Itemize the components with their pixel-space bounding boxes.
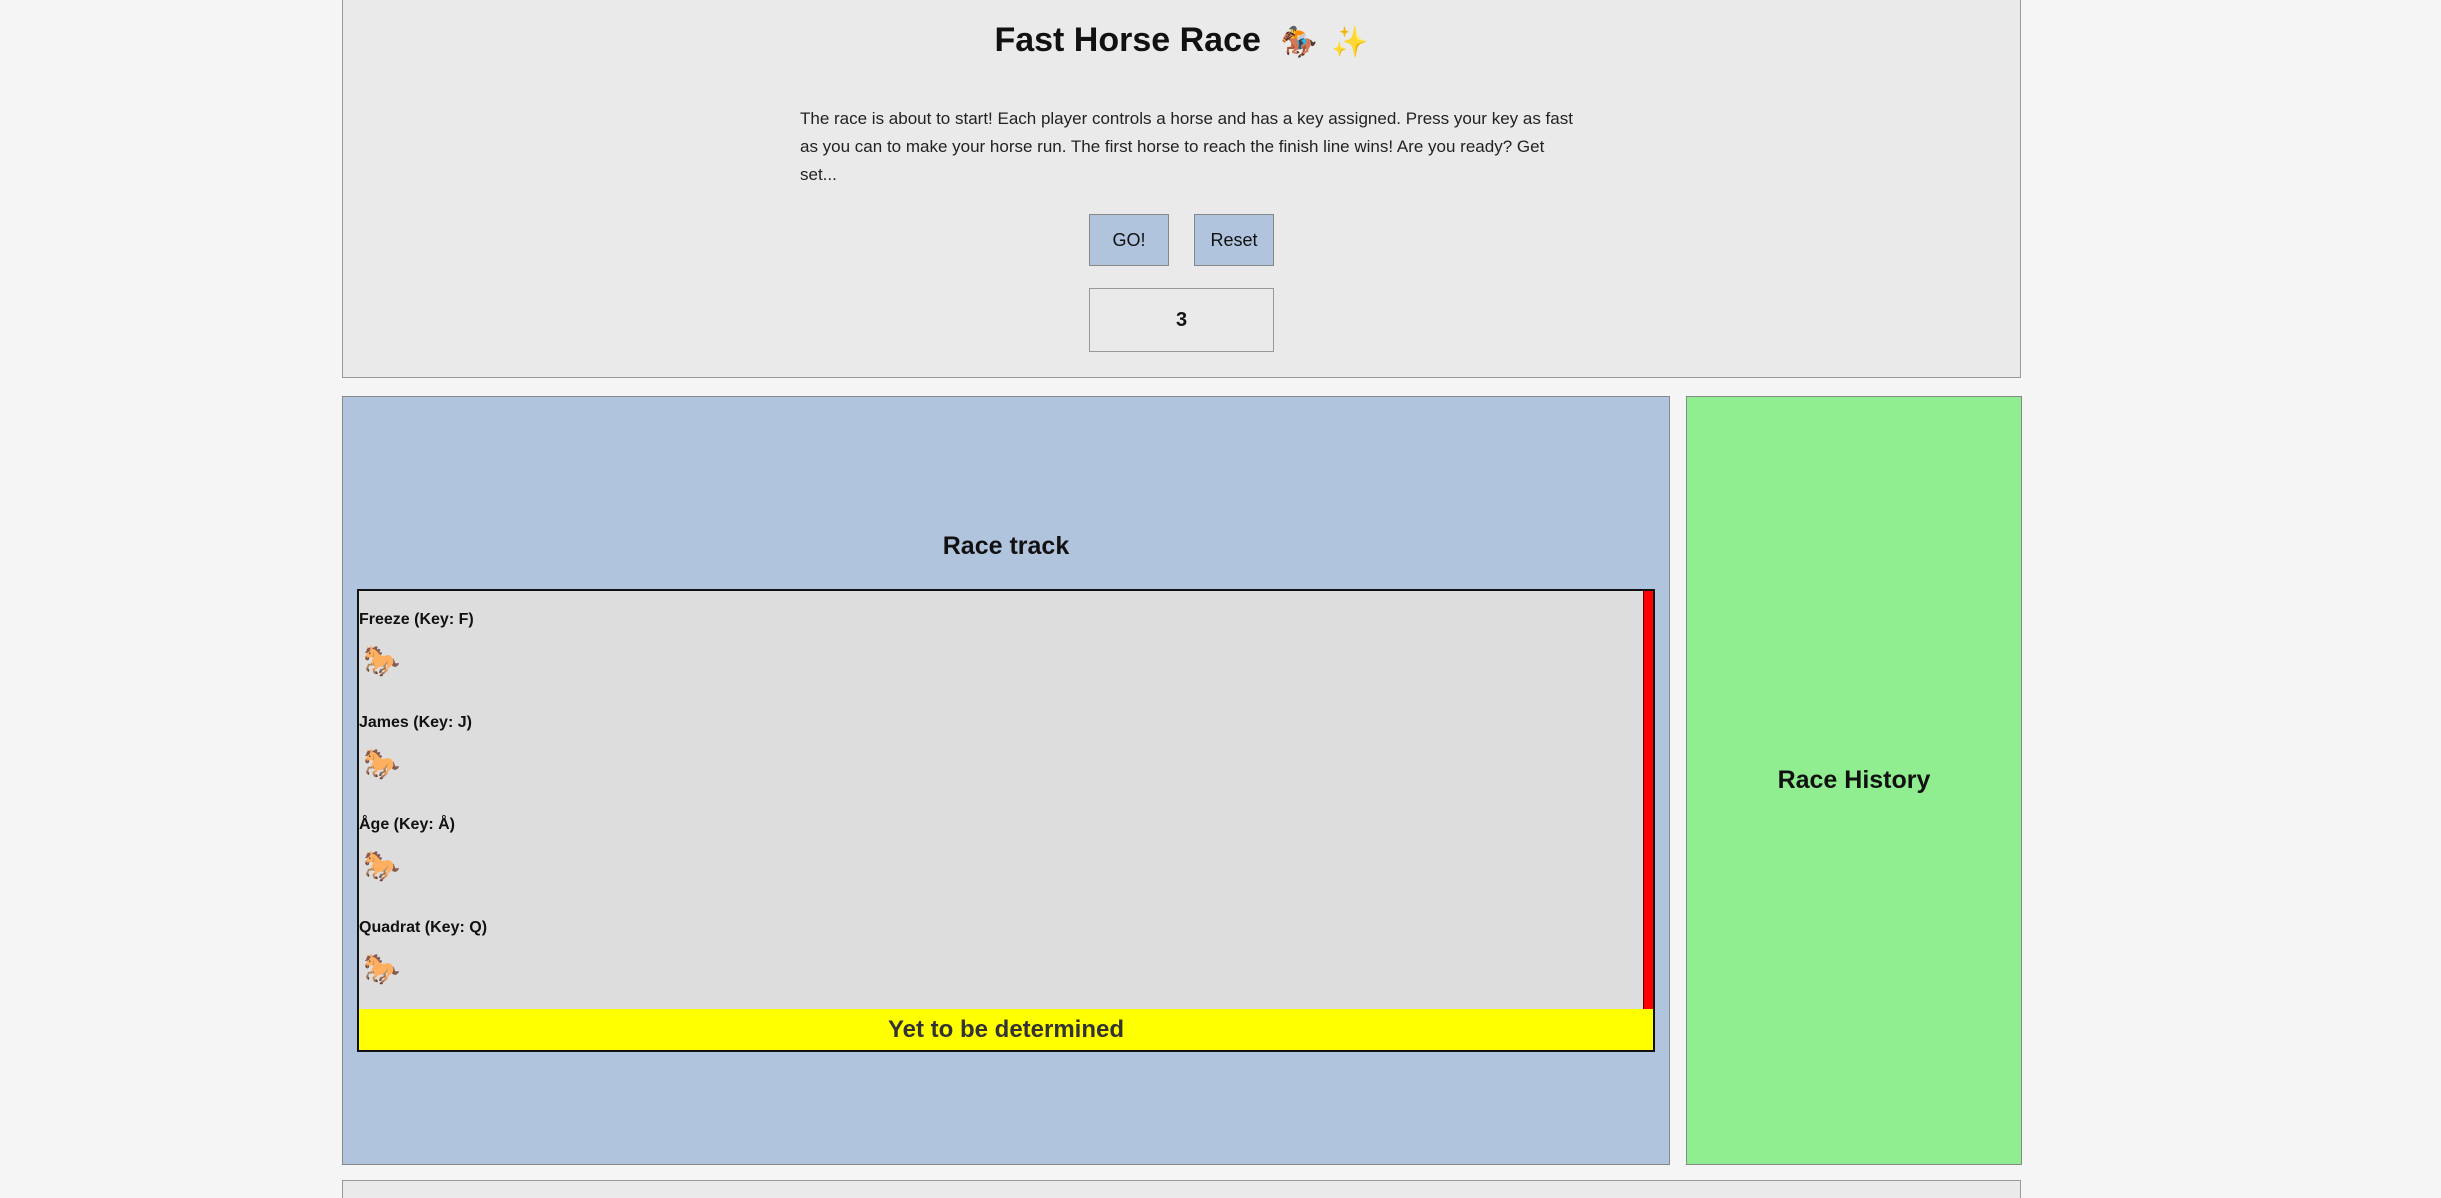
title-text: Fast Horse Race xyxy=(994,21,1261,59)
lane-age: Åge (Key: Å) 🐎 xyxy=(359,796,1609,896)
race-history-panel: Race History xyxy=(1686,396,2022,1165)
lane-label: Åge (Key: Å) xyxy=(359,816,456,833)
race-track: Freeze (Key: F) 🐎 James (Key: J) 🐎 Åge (… xyxy=(357,589,1655,1052)
page-title: Fast Horse Race 🏇 ✨ xyxy=(343,21,2020,60)
lane-label: Quadrat (Key: Q) xyxy=(359,919,488,936)
lane-label: Freeze (Key: F) xyxy=(359,611,474,628)
lane-label: James (Key: J) xyxy=(359,714,472,731)
lane-james: James (Key: J) 🐎 xyxy=(359,694,1609,794)
horse-racing-icon: 🏇 xyxy=(1280,25,1318,59)
horse-icon: 🐎 xyxy=(363,748,401,781)
sparkle-icon: ✨ xyxy=(1331,25,1369,59)
finish-line xyxy=(1643,591,1653,1011)
lane-freeze: Freeze (Key: F) 🐎 xyxy=(359,591,1609,691)
page: Fast Horse Race 🏇 ✨ The race is about to… xyxy=(0,0,2441,1198)
lane-quadrat: Quadrat (Key: Q) 🐎 xyxy=(359,899,1609,999)
go-button[interactable]: GO! xyxy=(1089,214,1169,266)
race-track-title: Race track xyxy=(942,532,1070,560)
race-history-title: Race History xyxy=(1777,766,1931,794)
horse-icon: 🐎 xyxy=(363,645,401,678)
countdown-display: 3 xyxy=(1089,288,1274,352)
reset-button[interactable]: Reset xyxy=(1194,214,1274,266)
header-panel: Fast Horse Race 🏇 ✨ The race is about to… xyxy=(342,0,2021,378)
horse-icon: 🐎 xyxy=(363,850,401,883)
intro-text: The race is about to start! Each player … xyxy=(800,109,1573,184)
race-result: Yet to be determined xyxy=(359,1009,1653,1050)
race-track-panel: Race track Freeze (Key: F) 🐎 James (Key:… xyxy=(342,396,1670,1165)
footer-panel xyxy=(342,1180,2021,1198)
horse-icon: 🐎 xyxy=(363,953,401,986)
